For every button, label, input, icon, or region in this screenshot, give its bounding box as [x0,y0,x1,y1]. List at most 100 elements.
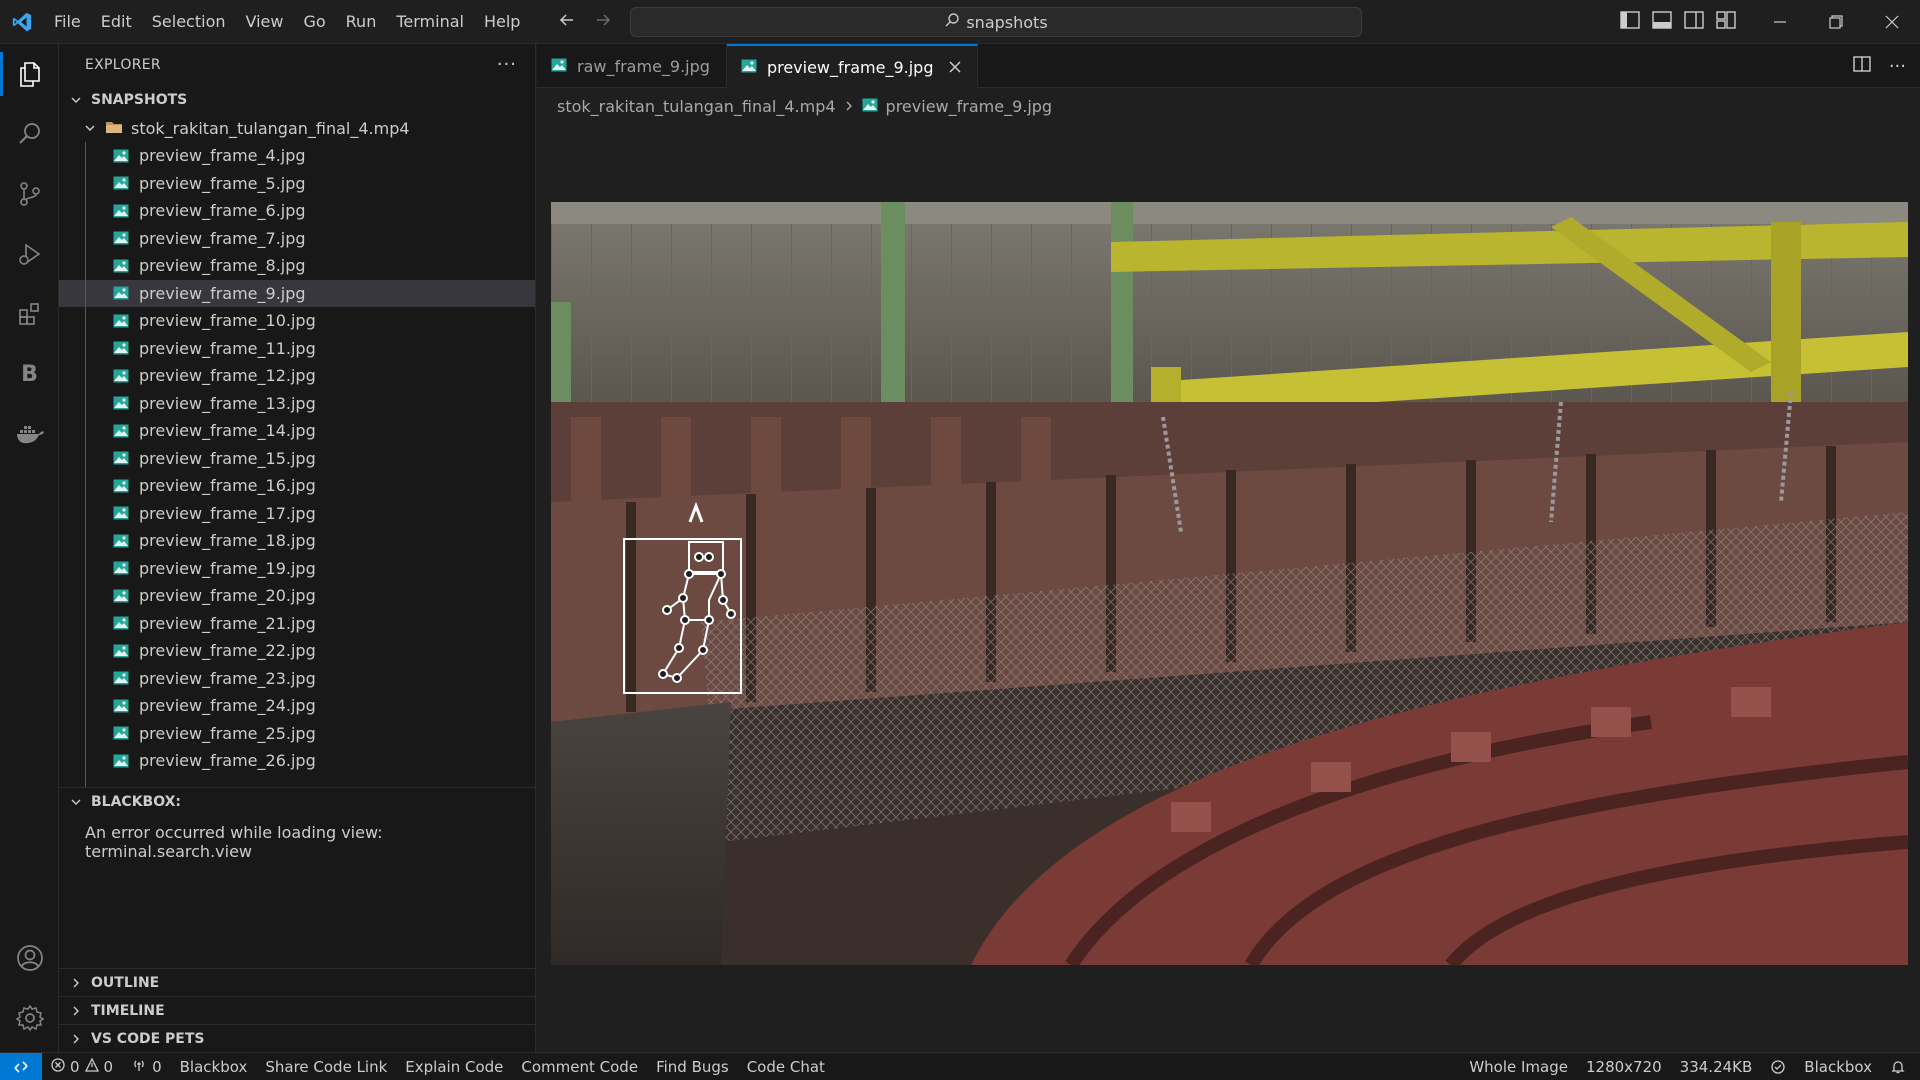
settings-gear-icon[interactable] [0,990,59,1046]
minimize-icon[interactable] [1752,0,1808,44]
image-file-icon [113,314,129,328]
menu-go[interactable]: Go [293,7,335,37]
file-label: preview_frame_26.jpg [139,751,316,771]
section-vscode-pets[interactable]: VS CODE PETS [59,1024,535,1052]
file-row[interactable]: preview_frame_9.jpg [59,279,535,307]
file-label: preview_frame_10.jpg [139,311,316,331]
status-right: Whole Image 1280x720 334.24KB Blackbox [1460,1053,1920,1080]
ports-indicator[interactable]: 0 [122,1053,171,1080]
problems-indicator[interactable]: 0 0 [42,1053,122,1080]
status-blackbox[interactable]: Blackbox [171,1053,257,1080]
close-window-icon[interactable] [1864,0,1920,44]
file-row[interactable]: preview_frame_7.jpg [59,225,535,253]
restore-icon[interactable] [1808,0,1864,44]
tab-preview-frame[interactable]: preview_frame_9.jpg [726,44,979,88]
image-preview[interactable] [551,202,1908,965]
more-actions-icon[interactable]: ··· [497,54,517,75]
source-control-icon[interactable] [0,166,59,222]
feedback-icon[interactable] [1761,1053,1795,1080]
breadcrumb-file[interactable]: preview_frame_9.jpg [886,97,1053,116]
file-row[interactable]: preview_frame_4.jpg [59,142,535,170]
file-row[interactable]: preview_frame_21.jpg [59,610,535,638]
file-label: preview_frame_7.jpg [139,228,306,248]
menu-file[interactable]: File [44,7,91,37]
forward-arrow-icon[interactable] [592,10,614,34]
file-label: preview_frame_9.jpg [139,283,306,303]
section-blackbox[interactable]: BLACKBOX: [59,787,535,815]
warning-icon [84,1057,99,1076]
toggle-primary-sidebar-icon[interactable] [1620,11,1640,33]
extensions-icon[interactable] [0,286,59,342]
status-explain-code[interactable]: Explain Code [396,1053,512,1080]
file-row[interactable]: preview_frame_11.jpg [59,335,535,363]
status-blackbox-right[interactable]: Blackbox [1795,1053,1881,1080]
blackbox-error-message: An error occurred while loading view: te… [85,823,383,861]
run-debug-icon[interactable] [0,226,59,282]
menu-run[interactable]: Run [336,7,387,37]
editor-more-actions-icon[interactable]: ··· [1889,56,1906,77]
file-row[interactable]: preview_frame_19.jpg [59,555,535,583]
search-view-icon[interactable] [0,106,59,162]
status-code-chat[interactable]: Code Chat [738,1053,834,1080]
menu-selection[interactable]: Selection [142,7,236,37]
file-row[interactable]: preview_frame_20.jpg [59,582,535,610]
menu-terminal[interactable]: Terminal [386,7,474,37]
section-snapshots[interactable]: SNAPSHOTS [59,86,535,114]
file-row[interactable]: preview_frame_16.jpg [59,472,535,500]
file-row[interactable]: preview_frame_8.jpg [59,252,535,280]
section-outline[interactable]: OUTLINE [59,968,535,996]
status-comment-code[interactable]: Comment Code [512,1053,647,1080]
file-row[interactable]: preview_frame_22.jpg [59,637,535,665]
title-bar: File Edit Selection View Go Run Terminal… [0,0,1920,44]
file-row[interactable]: preview_frame_26.jpg [59,747,535,775]
file-row[interactable]: preview_frame_15.jpg [59,445,535,473]
menu-view[interactable]: View [236,7,294,37]
notifications-bell-icon[interactable] [1881,1053,1920,1080]
image-file-icon [113,149,129,163]
editor-area: raw_frame_9.jpg preview_frame_9.jpg ··· … [537,44,1920,1052]
image-file-icon [113,561,129,575]
folder-row[interactable]: stok_rakitan_tulangan_final_4.mp4 [59,114,535,142]
status-share-code-link[interactable]: Share Code Link [256,1053,396,1080]
close-tab-icon[interactable] [949,57,962,78]
file-row[interactable]: preview_frame_5.jpg [59,170,535,198]
file-row[interactable]: preview_frame_10.jpg [59,307,535,335]
section-snapshots-label: SNAPSHOTS [91,92,188,108]
file-row[interactable]: preview_frame_24.jpg [59,692,535,720]
zoom-level[interactable]: Whole Image [1460,1053,1577,1080]
file-label: preview_frame_20.jpg [139,586,316,606]
file-row[interactable]: preview_frame_12.jpg [59,362,535,390]
file-row[interactable]: preview_frame_25.jpg [59,720,535,748]
layout-controls [1620,0,1736,44]
menu-edit[interactable]: Edit [91,7,142,37]
menu-help[interactable]: Help [474,7,530,37]
section-timeline[interactable]: TIMELINE [59,996,535,1024]
blackbox-icon[interactable]: B [0,346,59,402]
explorer-icon[interactable] [0,46,59,102]
file-row[interactable]: preview_frame_23.jpg [59,665,535,693]
file-list: preview_frame_4.jpg preview_frame_5.jpg pr… [59,142,535,787]
customize-layout-icon[interactable] [1716,11,1736,33]
toggle-panel-icon[interactable] [1652,11,1672,33]
breadcrumb-folder[interactable]: stok_rakitan_tulangan_final_4.mp4 [557,97,836,116]
file-row[interactable]: preview_frame_14.jpg [59,417,535,445]
accounts-icon[interactable] [0,930,59,986]
file-label: preview_frame_19.jpg [139,558,316,578]
file-row[interactable]: preview_frame_18.jpg [59,527,535,555]
file-row[interactable]: preview_frame_6.jpg [59,197,535,225]
status-bar: 0 0 0 Blackbox Share Code Link Explain C… [0,1052,1920,1080]
back-arrow-icon[interactable] [556,10,578,34]
toggle-secondary-sidebar-icon[interactable] [1684,11,1704,33]
chevron-right-icon [67,977,85,989]
file-label: preview_frame_18.jpg [139,531,316,551]
file-label: preview_frame_4.jpg [139,146,306,166]
remote-indicator-icon[interactable] [0,1052,42,1080]
status-find-bugs[interactable]: Find Bugs [647,1053,738,1080]
docker-icon[interactable] [0,406,59,462]
file-row[interactable]: preview_frame_17.jpg [59,500,535,528]
split-editor-icon[interactable] [1853,56,1871,76]
tab-raw-frame[interactable]: raw_frame_9.jpg [537,44,727,88]
warning-count: 0 [103,1057,114,1076]
command-center-search[interactable]: snapshots [630,7,1362,37]
file-row[interactable]: preview_frame_13.jpg [59,390,535,418]
